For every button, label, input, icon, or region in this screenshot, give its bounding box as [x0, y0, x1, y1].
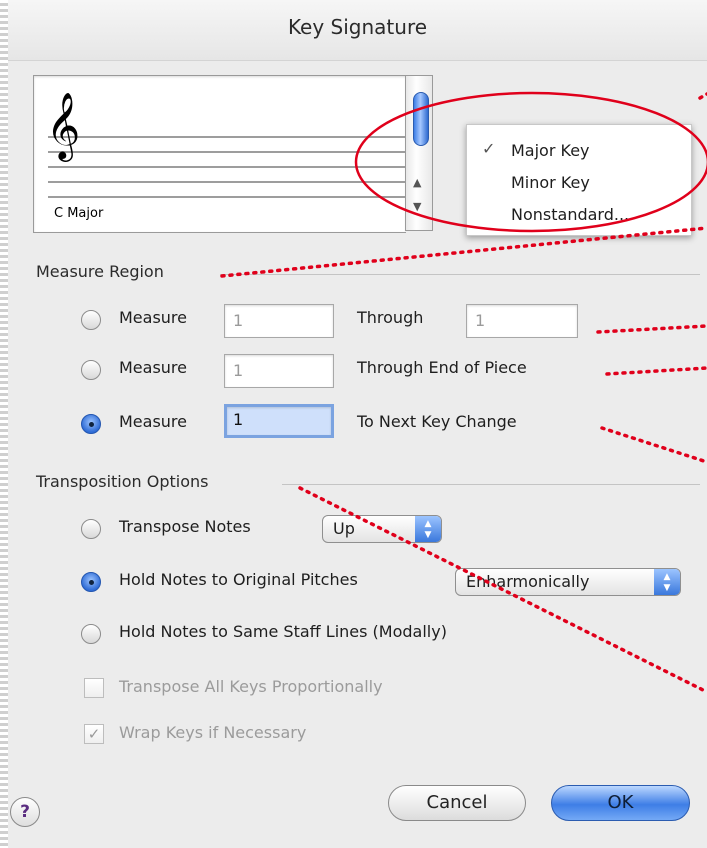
wrap-keys-label: Wrap Keys if Necessary — [119, 723, 307, 742]
key-preview-staff: 𝄞 C Major — [33, 75, 406, 233]
annotation-leader-line — [596, 324, 707, 334]
scroll-down-arrow-icon[interactable]: ▼ — [413, 200, 421, 213]
transpose-notes-label: Transpose Notes — [119, 517, 251, 536]
menu-item-label: Minor Key — [511, 173, 590, 192]
scrollbar-thumb[interactable] — [413, 92, 429, 146]
measure-to-field[interactable]: 1 — [466, 304, 578, 338]
annotation-leader-line — [698, 92, 707, 100]
measure-label: Measure — [119, 358, 187, 377]
key-name-label: C Major — [54, 206, 104, 221]
measure-from-field[interactable]: 1 — [224, 304, 334, 338]
measure-next-key-field[interactable]: 1 — [224, 404, 334, 438]
through-label: Through — [357, 308, 424, 327]
menu-item-major-key[interactable]: ✓ Major Key — [467, 139, 691, 165]
annotation-leader-line — [605, 366, 707, 376]
staff-line — [48, 181, 406, 183]
menu-item-minor-key[interactable]: Minor Key — [467, 171, 691, 197]
menu-item-label: Nonstandard... — [511, 205, 630, 224]
popup-arrows-icon: ▲ ▼ — [654, 569, 680, 595]
transposition-options-heading: Transposition Options — [36, 472, 209, 491]
popup-arrows-icon: ▲ ▼ — [415, 516, 441, 542]
staff-line — [48, 166, 406, 168]
staff-line — [48, 196, 406, 198]
scroll-up-arrow-icon[interactable]: ▲ — [413, 176, 421, 189]
measure-through-radio[interactable] — [81, 310, 101, 330]
hold-original-label: Hold Notes to Original Pitches — [119, 570, 358, 589]
checkmark-icon: ✓ — [482, 139, 496, 158]
measure-through-end-radio[interactable] — [81, 360, 101, 380]
transpose-all-keys-checkbox[interactable] — [84, 678, 104, 698]
enharmonic-mode-popup[interactable]: Enharmonically ▲ ▼ — [455, 568, 681, 596]
ok-button[interactable]: OK — [551, 785, 690, 821]
transpose-all-keys-label: Transpose All Keys Proportionally — [119, 677, 383, 696]
direction-popup[interactable]: Up ▲ ▼ — [322, 515, 442, 543]
menu-item-nonstandard[interactable]: Nonstandard... — [467, 203, 691, 229]
staff-line — [48, 151, 406, 153]
measure-label: Measure — [119, 308, 187, 327]
menu-item-label: Major Key — [511, 141, 590, 160]
cancel-button[interactable]: Cancel — [388, 785, 526, 821]
window-edge — [0, 0, 8, 848]
title-bar[interactable]: Key Signature — [8, 0, 707, 61]
transpose-notes-radio[interactable] — [81, 519, 101, 539]
section-divider — [220, 274, 700, 275]
staff-line — [48, 136, 406, 138]
measure-next-key-radio[interactable] — [81, 414, 101, 434]
dialog-title: Key Signature — [287, 15, 428, 39]
treble-clef-icon: 𝄞 — [46, 91, 81, 159]
measure-region-heading: Measure Region — [36, 262, 164, 281]
enharmonic-mode-value: Enharmonically — [466, 572, 590, 591]
annotation-leader-line — [600, 426, 707, 464]
key-type-menu[interactable]: ✓ Major Key Minor Key Nonstandard... — [466, 124, 692, 236]
through-end-label: Through End of Piece — [357, 358, 527, 377]
hold-original-pitches-radio[interactable] — [81, 572, 101, 592]
section-divider — [282, 484, 700, 485]
measure-end-from-field[interactable]: 1 — [224, 354, 334, 388]
next-key-change-label: To Next Key Change — [357, 412, 517, 431]
wrap-keys-checkbox[interactable]: ✓ — [84, 724, 104, 744]
checkmark-icon: ✓ — [87, 725, 101, 743]
direction-value: Up — [333, 519, 355, 538]
measure-label: Measure — [119, 412, 187, 431]
help-button[interactable]: ? — [10, 797, 40, 827]
hold-staff-lines-radio[interactable] — [81, 624, 101, 644]
hold-staff-lines-label: Hold Notes to Same Staff Lines (Modally) — [119, 622, 447, 641]
